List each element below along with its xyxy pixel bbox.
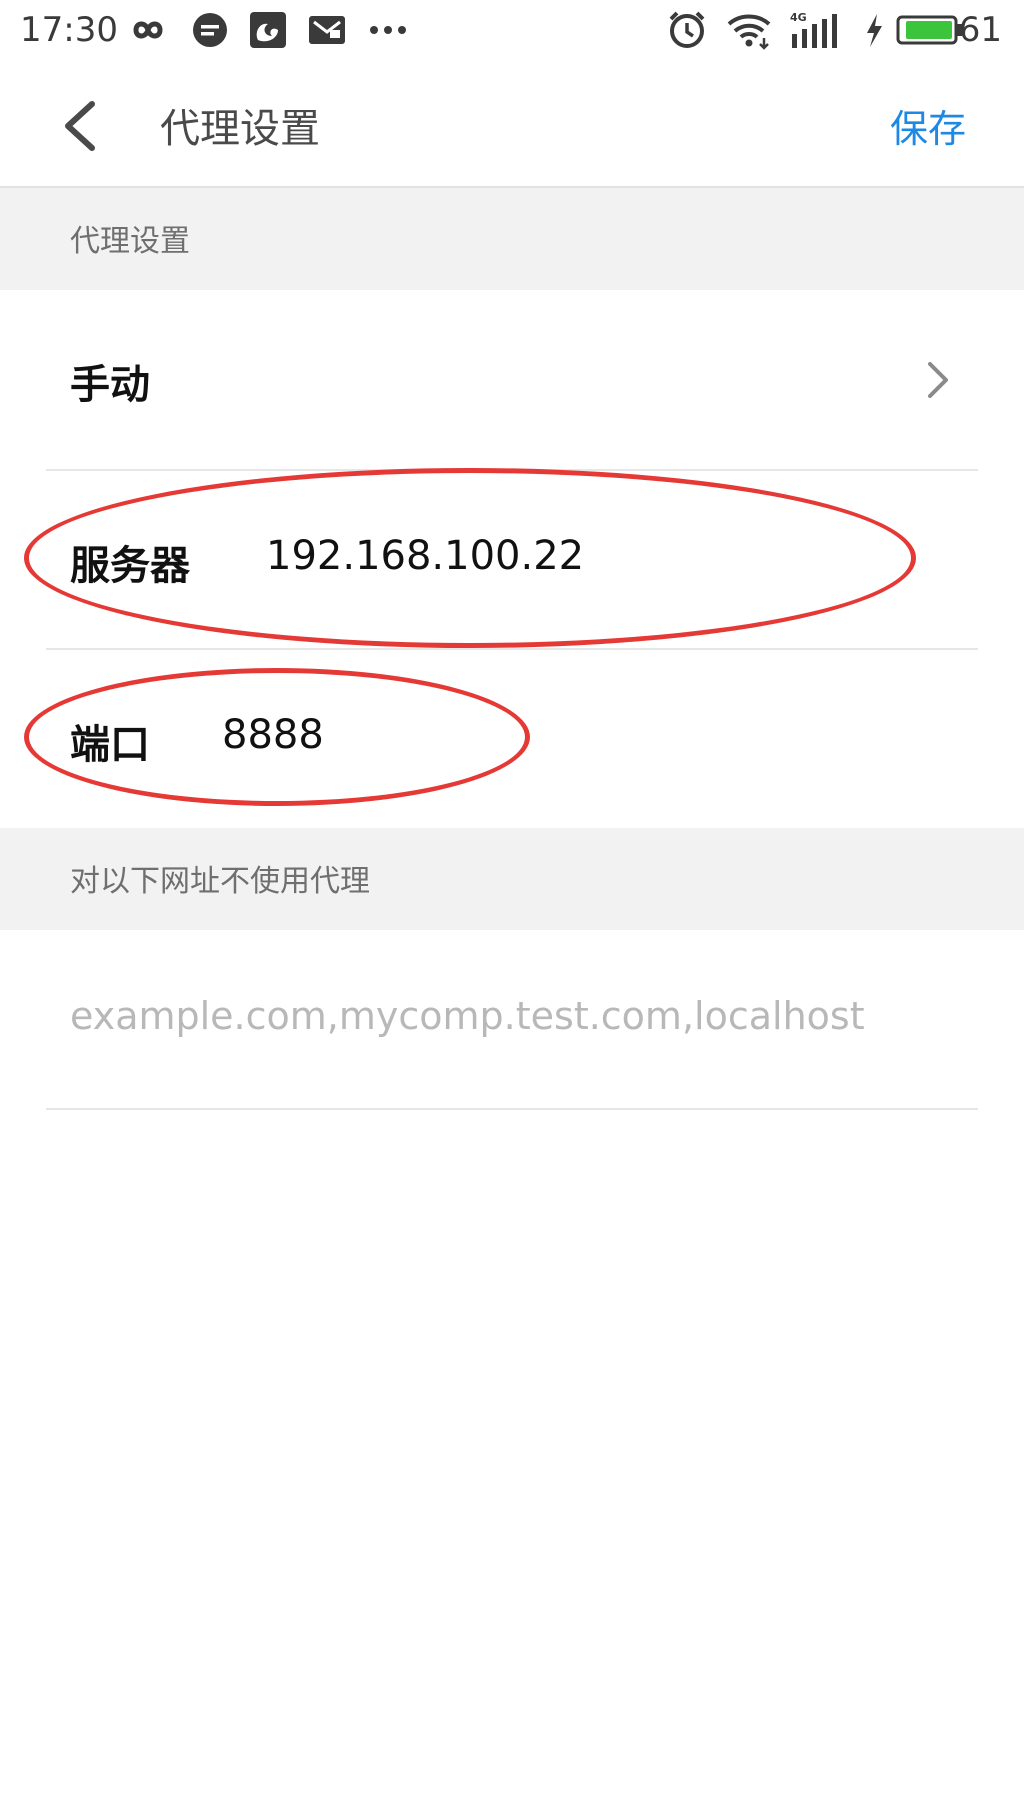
proxy-mode-row[interactable]: 手动 — [0, 290, 1024, 470]
signal-4g-icon: 4G — [790, 11, 837, 48]
app-bar: 代理设置 保存 — [0, 62, 1024, 188]
proxy-port-label: 端口 — [70, 722, 150, 768]
proxy-server-row[interactable]: 服务器 192.168.100.22 — [0, 471, 1024, 649]
bypass-list-row[interactable]: example.com,mycomp.test.com,localhost — [0, 930, 1024, 1108]
section-header-proxy-label: 代理设置 — [70, 224, 190, 259]
bypass-list-input[interactable]: example.com,mycomp.test.com,localhost — [70, 994, 865, 1038]
battery-percent: 61 — [958, 10, 1002, 50]
divider — [46, 1108, 978, 1110]
section-header-bypass-label: 对以下网址不使用代理 — [70, 864, 370, 899]
proxy-server-input[interactable]: 192.168.100.22 — [266, 533, 584, 579]
infinity-icon — [133, 21, 163, 39]
status-time: 17:30 — [20, 10, 118, 50]
proxy-server-label: 服务器 — [70, 543, 190, 589]
proxy-port-row[interactable]: 端口 8888 — [0, 650, 1024, 828]
wifi-icon — [727, 14, 771, 50]
image-mail-icon — [309, 16, 345, 44]
chevron-right-icon — [928, 362, 948, 398]
page-title: 代理设置 — [160, 106, 320, 152]
section-header-proxy: 代理设置 — [0, 188, 1024, 290]
alarm-icon — [669, 11, 705, 48]
battery-icon — [896, 15, 962, 45]
proxy-port-input[interactable]: 8888 — [222, 712, 324, 758]
proxy-mode-label: 手动 — [70, 362, 150, 408]
more-dots-icon — [370, 26, 406, 34]
status-bar: 17:30 4G 61 — [0, 0, 1024, 62]
charging-bolt-icon — [867, 14, 882, 47]
chat-bubble-icon — [193, 13, 227, 47]
save-button[interactable]: 保存 — [890, 98, 966, 153]
section-header-bypass: 对以下网址不使用代理 — [0, 828, 1024, 930]
uc-browser-icon — [250, 12, 286, 48]
network-type-label: 4G — [790, 11, 807, 24]
back-arrow-icon[interactable] — [56, 96, 106, 156]
